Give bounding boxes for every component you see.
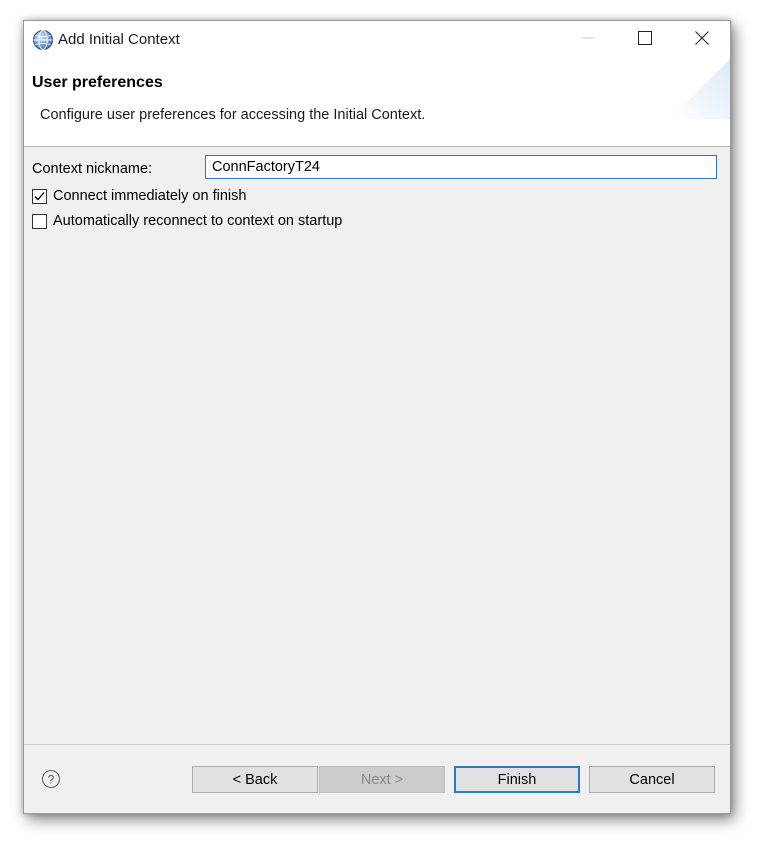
- auto-reconnect-checkbox[interactable]: [32, 213, 47, 229]
- title-bar[interactable]: Add Initial Context: [24, 21, 730, 59]
- minimize-button[interactable]: [559, 21, 616, 59]
- minimize-icon: [581, 31, 594, 49]
- page-title: User preferences: [32, 74, 163, 91]
- help-icon[interactable]: ?: [41, 769, 61, 789]
- cancel-button[interactable]: Cancel: [589, 766, 715, 793]
- auto-reconnect-option[interactable]: Automatically reconnect to context on st…: [32, 213, 342, 229]
- connect-immediately-label: Connect immediately on finish: [53, 188, 247, 204]
- add-initial-context-dialog: Add Initial Context User preferences Con…: [23, 20, 731, 814]
- close-button[interactable]: [673, 21, 730, 59]
- connect-immediately-option[interactable]: Connect immediately on finish: [32, 188, 246, 204]
- maximize-button[interactable]: [616, 21, 673, 59]
- page-description: Configure user preferences for accessing…: [40, 107, 426, 123]
- finish-button[interactable]: Finish: [454, 766, 580, 793]
- footer-divider: [24, 744, 730, 745]
- svg-text:?: ?: [48, 773, 55, 787]
- connect-immediately-checkbox[interactable]: [32, 188, 47, 204]
- maximize-icon: [637, 30, 652, 50]
- context-nickname-label: Context nickname:: [32, 161, 153, 177]
- auto-reconnect-label: Automatically reconnect to context on st…: [53, 213, 343, 229]
- close-icon: [694, 30, 709, 50]
- banner-graphic: [660, 59, 730, 119]
- back-button[interactable]: < Back: [192, 766, 318, 793]
- context-nickname-input[interactable]: [205, 155, 717, 179]
- wizard-header: User preferences Configure user preferen…: [24, 59, 730, 147]
- window-title: Add Initial Context: [58, 31, 180, 48]
- globe-icon: [32, 29, 54, 51]
- next-button[interactable]: Next >: [319, 766, 445, 793]
